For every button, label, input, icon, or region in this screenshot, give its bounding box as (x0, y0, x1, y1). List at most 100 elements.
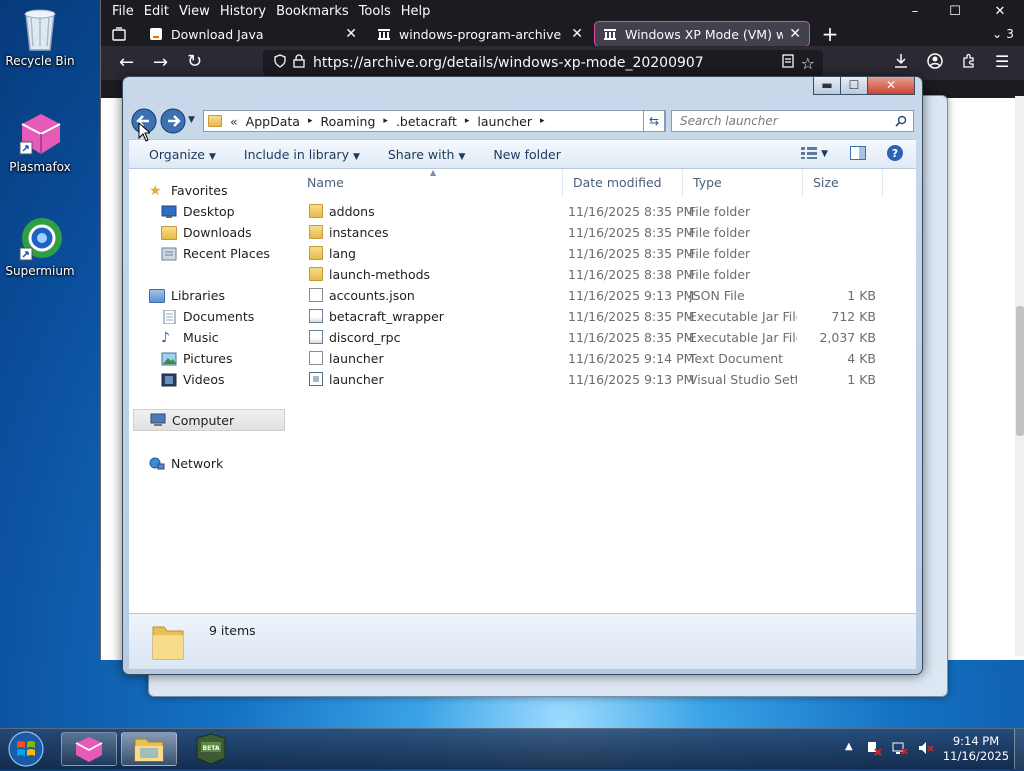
recent-locations-dropdown[interactable]: ▼ (188, 115, 195, 125)
tab-download-java[interactable]: Download Java ✕ (141, 22, 365, 46)
taskbar-explorer-button[interactable] (121, 732, 177, 766)
tab-close-icon[interactable]: ✕ (571, 26, 583, 42)
download-icon[interactable] (893, 53, 909, 72)
url-bar[interactable]: https://archive.org/details/windows-xp-m… (263, 50, 823, 76)
file-date: 11/16/2025 8:38 PM (568, 267, 695, 282)
forward-button[interactable] (160, 108, 186, 134)
menu-history[interactable]: History (215, 4, 271, 19)
tab-windows-xp-mode[interactable]: Windows XP Mode (VM) with Windows ✕ (594, 21, 810, 47)
breadcrumb-roaming[interactable]: Roaming (320, 114, 375, 129)
share-with-button[interactable]: Share with ▼ (374, 147, 479, 162)
breadcrumb-betacraft[interactable]: .betacraft (396, 114, 457, 129)
file-row[interactable]: launcher 11/16/2025 9:13 PM Visual Studi… (289, 369, 916, 390)
file-row[interactable]: accounts.json 11/16/2025 9:13 PM JSON Fi… (289, 285, 916, 306)
breadcrumb-launcher[interactable]: launcher (477, 114, 532, 129)
show-desktop-button[interactable] (1014, 729, 1024, 769)
bookmark-star-icon[interactable]: ☆ (801, 54, 815, 73)
command-bar: Organize ▼ Include in library ▼ Share wi… (129, 139, 916, 169)
menu-view[interactable]: View (174, 4, 215, 19)
column-header-name[interactable]: Name ▲ (297, 168, 563, 197)
column-label: Name (307, 175, 344, 190)
new-folder-button[interactable]: New folder (479, 147, 575, 162)
forward-arrow-icon[interactable]: → (153, 52, 168, 73)
close-button[interactable]: ✕ (867, 77, 915, 95)
menu-tools[interactable]: Tools (354, 4, 396, 19)
menu-edit[interactable]: Edit (139, 4, 174, 19)
tab-windows-program-archive[interactable]: windows-program-archive directory ✕ (369, 22, 591, 46)
nav-music[interactable]: ♪ Music (161, 330, 219, 345)
file-row[interactable]: launch-methods 11/16/2025 8:38 PM File f… (289, 264, 916, 285)
nav-documents[interactable]: Documents (161, 309, 254, 324)
file-row[interactable]: launcher 11/16/2025 9:14 PM Text Documen… (289, 348, 916, 369)
reload-icon[interactable]: ↻ (187, 51, 202, 72)
maximize-button[interactable]: ☐ (840, 77, 868, 95)
tab-list-button[interactable]: ⌄ 3 (981, 22, 1024, 46)
search-input[interactable]: Search launcher (671, 110, 914, 132)
browser-maximize-button[interactable]: ☐ (935, 4, 975, 19)
nav-downloads[interactable]: Downloads (161, 225, 252, 240)
preview-pane-icon[interactable] (850, 145, 866, 163)
nav-libraries[interactable]: Libraries (149, 288, 225, 303)
windows-logo-icon (8, 731, 44, 767)
breadcrumb-appdata[interactable]: AppData (246, 114, 300, 129)
taskbar-betacraft-button[interactable]: BETA (183, 732, 239, 766)
nav-recent-places[interactable]: Recent Places (161, 246, 270, 261)
tab-overview-icon[interactable] (101, 22, 137, 46)
column-header-size[interactable]: Size (803, 169, 883, 197)
chevron-right-icon[interactable]: ▸ (308, 116, 313, 126)
desktop-icon-recycle-bin[interactable]: Recycle Bin (0, 6, 80, 68)
chevron-right-icon[interactable]: ▸ (383, 116, 388, 126)
file-row[interactable]: lang 11/16/2025 8:35 PM File folder (289, 243, 916, 264)
start-button[interactable] (6, 730, 46, 768)
menu-help[interactable]: Help (396, 4, 436, 19)
nav-videos[interactable]: Videos (161, 372, 225, 387)
chevron-right-icon[interactable]: ▸ (540, 116, 545, 126)
file-row[interactable]: instances 11/16/2025 8:35 PM File folder (289, 222, 916, 243)
nav-pictures[interactable]: Pictures (161, 351, 233, 366)
file-row[interactable]: addons 11/16/2025 8:35 PM File folder (289, 201, 916, 222)
file-row[interactable]: discord_rpc 11/16/2025 8:35 PM Executabl… (289, 327, 916, 348)
nav-computer[interactable]: Computer (133, 409, 285, 431)
browser-navbar: ← → ↻ https://archive.org/details/window… (101, 46, 1024, 80)
back-arrow-icon[interactable]: ← (119, 52, 134, 73)
tab-close-icon[interactable]: ✕ (789, 26, 801, 42)
breadcrumb-overflow[interactable]: « (230, 114, 238, 129)
extensions-icon[interactable] (961, 53, 977, 72)
view-options-icon[interactable] (801, 146, 818, 162)
browser-minimize-button[interactable]: – (895, 4, 935, 19)
include-in-library-button[interactable]: Include in library ▼ (230, 147, 374, 162)
address-bar[interactable]: « AppData ▸ Roaming ▸ .betacraft ▸ launc… (203, 110, 666, 132)
nav-favorites[interactable]: ★ Favorites (149, 183, 227, 198)
browser-close-button[interactable]: ✕ (975, 4, 1024, 19)
tab-close-icon[interactable]: ✕ (345, 26, 357, 42)
desktop-icon-plasmafox[interactable]: Plasmafox (0, 112, 80, 174)
nav-desktop[interactable]: Desktop (161, 204, 235, 219)
menu-bookmarks[interactable]: Bookmarks (271, 4, 354, 19)
account-icon[interactable] (927, 53, 943, 72)
volume-muted-icon[interactable] (918, 740, 934, 759)
chevron-down-icon[interactable]: ▼ (821, 149, 828, 159)
menu-file[interactable]: File (107, 4, 139, 19)
nav-network[interactable]: Network (149, 456, 223, 471)
scrollbar-thumb[interactable] (1016, 306, 1024, 436)
hamburger-menu-icon[interactable]: ☰ (995, 52, 1009, 71)
help-icon[interactable]: ? (886, 144, 904, 165)
file-row[interactable]: betacraft_wrapper 11/16/2025 8:35 PM Exe… (289, 306, 916, 327)
show-hidden-icons-icon[interactable]: ▲ (845, 741, 853, 752)
column-header-date-modified[interactable]: Date modified (563, 169, 683, 197)
reader-mode-icon[interactable] (781, 54, 795, 72)
action-center-icon[interactable] (866, 740, 882, 759)
taskbar-plasmafox-button[interactable] (61, 732, 117, 766)
pictures-icon (161, 352, 177, 366)
refresh-icon[interactable]: ⇆ (643, 110, 665, 132)
new-tab-button[interactable]: + (813, 22, 847, 46)
page-scrollbar[interactable] (1015, 96, 1024, 656)
organize-button[interactable]: Organize ▼ (129, 147, 230, 162)
clock[interactable]: 9:14 PM 11/16/2025 (940, 734, 1012, 764)
chevron-right-icon[interactable]: ▸ (465, 116, 470, 126)
search-icon[interactable] (895, 111, 907, 133)
column-header-type[interactable]: Type (683, 169, 803, 197)
network-status-icon[interactable] (892, 740, 908, 759)
desktop-icon-supermium[interactable]: Supermium (0, 216, 80, 278)
minimize-button[interactable]: ▬ (813, 77, 841, 95)
